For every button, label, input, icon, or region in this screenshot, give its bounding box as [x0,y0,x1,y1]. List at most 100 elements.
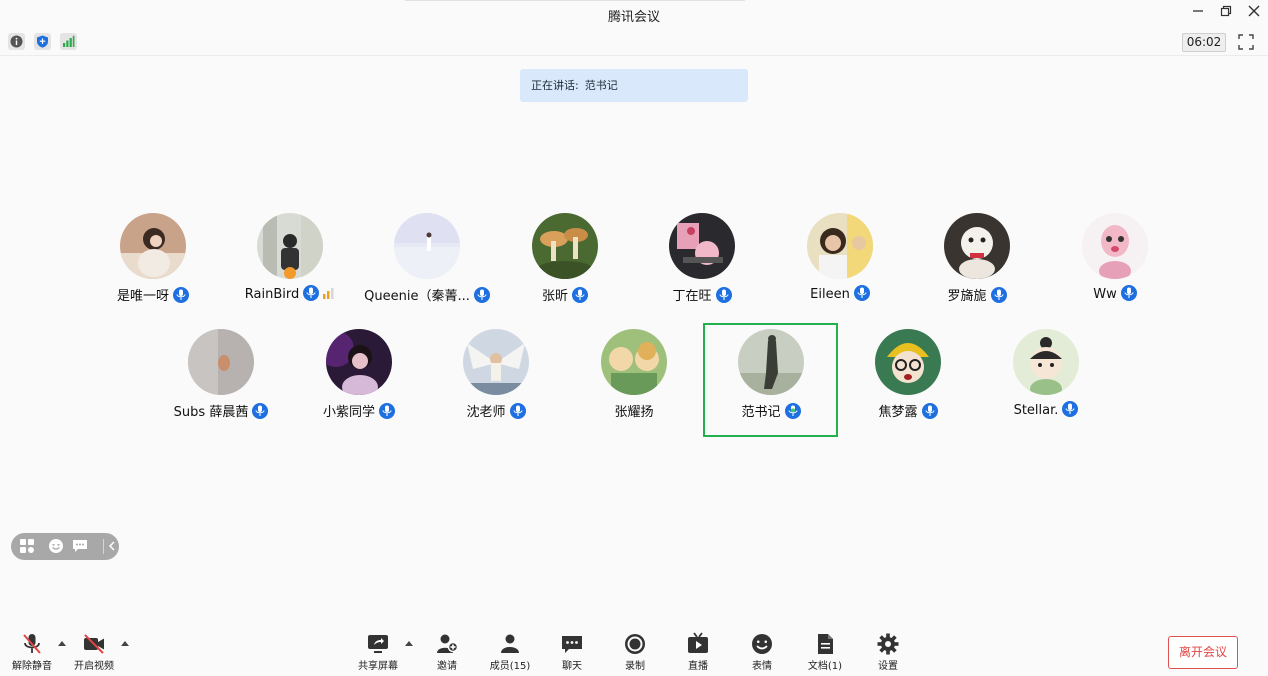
participant-tile-active[interactable]: 范书记 [711,326,831,426]
participant-tile[interactable]: 张昕 [505,210,625,310]
participant-tile[interactable]: RainBird [230,210,350,310]
network-signal-icon[interactable] [60,33,77,50]
avatar [1013,329,1079,395]
participant-tile[interactable]: 小紫同学 [299,326,419,426]
avatar [532,213,598,279]
avatar [669,213,735,279]
participant-tile[interactable]: Ww [1055,210,1175,310]
participant-tile[interactable]: Eileen [780,210,900,310]
participant-tile[interactable]: 张耀扬 [574,326,694,426]
reactions-button[interactable]: 表情 [734,622,790,676]
settings-button[interactable]: 设置 [860,622,916,676]
microphone-icon [509,403,526,419]
avatar [807,213,873,279]
participant-tile[interactable]: 沈老师 [436,326,556,426]
speaking-label: 正在讲话: [531,79,579,92]
participant-name: RainBird [244,287,300,302]
microphone-icon [572,287,588,303]
start-video-button[interactable]: 开启视频 [66,622,122,676]
microphone-icon [921,403,938,419]
avatar [738,329,804,395]
participant-name: 罗旖旎 [947,289,987,304]
gear-icon [877,633,899,655]
start-video-label: 开启视频 [74,661,114,672]
participant-name-row: 罗旖旎 [897,285,1057,304]
security-shield-icon[interactable] [34,33,51,50]
participant-tile[interactable]: 罗旖旎 [917,210,1037,310]
unmute-button[interactable]: 解除静音 [4,622,60,676]
participant-name: Stellar. [1013,403,1059,418]
weak-signal-icon [323,288,334,299]
participant-name-row: Queenie（秦菁... [347,285,507,304]
participant-name: Queenie（秦菁... [364,289,470,304]
minimize-icon[interactable] [1188,4,1208,24]
invite-button[interactable]: 邀请 [419,622,475,676]
bottom-toolbar: 解除静音 开启视频 共享屏幕 邀请 成员(15) 聊天 录制 直播 表情 文档(… [0,622,1268,676]
live-button[interactable]: 直播 [670,622,726,676]
window-title: 腾讯会议 [607,10,660,25]
microphone-icon [379,403,395,419]
fullscreen-icon[interactable] [1238,34,1254,50]
collapse-chevron-icon[interactable] [107,538,123,554]
avatar [601,329,667,395]
layout-grid-icon[interactable] [19,538,35,554]
participant-name-row: 张耀扬 [554,401,714,420]
members-button[interactable]: 成员(15) [482,622,538,676]
participant-name-row: Stellar. [966,401,1126,418]
share-options-caret-icon[interactable] [405,641,413,646]
close-icon[interactable] [1244,4,1264,24]
participant-name-row: 沈老师 [416,401,576,420]
participant-name-row: 张昕 [485,285,645,304]
participant-name-row: 范书记 [691,401,851,420]
microphone-icon [303,285,320,301]
microphone-icon [990,287,1007,303]
participant-tile[interactable]: Stellar. [986,326,1106,426]
participant-name-row: Eileen [760,285,920,302]
speaking-banner: 正在讲话: 范书记 [520,69,748,102]
record-button[interactable]: 录制 [607,622,663,676]
participant-name-row: 小紫同学 [279,401,439,420]
speaking-name: 范书记 [584,79,618,92]
info-bar [0,28,1268,56]
title-bar: 腾讯会议 [0,0,1268,28]
participant-name-row: 是唯一呀 [73,285,233,304]
live-stream-icon [688,632,708,653]
participant-name: 沈老师 [466,405,506,420]
microphone-icon [853,285,870,301]
microphone-icon [715,287,732,303]
participant-tile[interactable]: 丁在旺 [642,210,762,310]
members-icon [501,634,519,653]
participant-name: 是唯一呀 [116,289,169,304]
share-screen-icon [368,635,388,653]
participant-name-row: Subs 薛晨茜 [141,401,301,420]
avatar [944,213,1010,279]
record-icon [625,634,645,654]
video-off-icon [84,634,104,654]
participant-name-row: 焦梦露 [828,401,988,420]
audio-options-caret-icon[interactable] [58,641,66,646]
info-icon[interactable] [8,33,25,50]
docs-button[interactable]: 文档(1) [797,622,853,676]
share-screen-button[interactable]: 共享屏幕 [350,622,406,676]
participant-tile[interactable]: 焦梦露 [848,326,968,426]
emoji-icon[interactable] [48,538,64,554]
participant-name: 焦梦露 [878,405,918,420]
avatar [188,329,254,395]
avatar [326,329,392,395]
avatar [1082,213,1148,279]
participant-tile[interactable]: Subs 薛晨茜 [161,326,281,426]
video-options-caret-icon[interactable] [121,641,129,646]
avatar [120,213,186,279]
chat-icon [562,636,582,653]
chat-bubble-icon[interactable] [72,538,88,554]
participant-tile[interactable]: 是唯一呀 [93,210,213,310]
leave-meeting-button[interactable]: 离开会议 [1168,636,1238,669]
participant-tile[interactable]: Queenie（秦菁... [364,210,490,310]
restore-icon[interactable] [1216,4,1236,24]
participant-name: Eileen [810,287,850,302]
microphone-icon [1062,401,1079,417]
participant-name: 张昕 [541,289,568,304]
chat-button[interactable]: 聊天 [544,622,600,676]
participant-name: 范书记 [741,405,781,420]
participant-name: Ww [1093,287,1117,302]
